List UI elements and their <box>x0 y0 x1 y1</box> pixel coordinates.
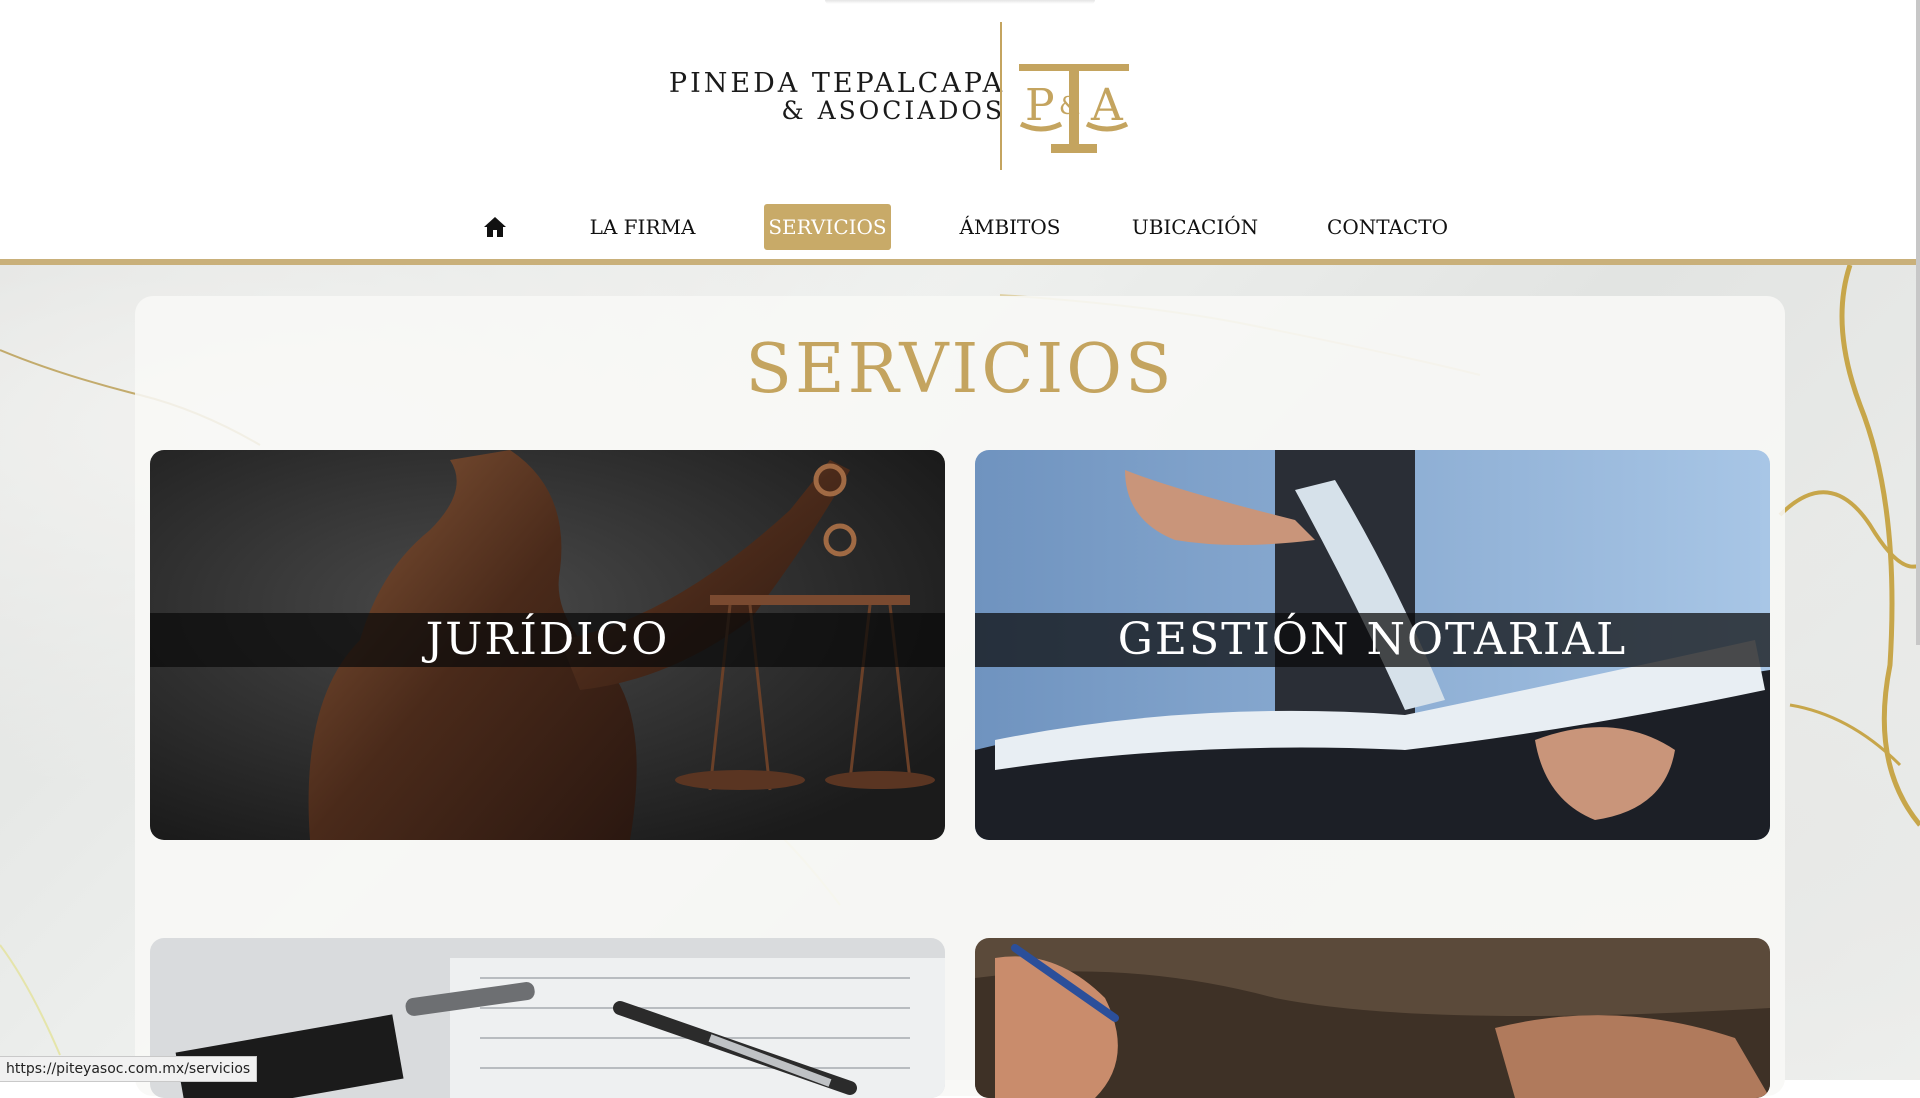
pen-documents-image <box>150 938 945 1098</box>
signing-document-image <box>975 938 1770 1098</box>
service-card-4[interactable] <box>975 938 1770 1098</box>
service-card-juridico[interactable]: JURÍDICO <box>150 450 945 840</box>
header-shadow <box>825 0 1095 4</box>
svg-text:A: A <box>1090 80 1124 131</box>
status-bar-url: https://piteyasoc.com.mx/servicios <box>0 1056 258 1082</box>
nav-la-firma[interactable]: LA FIRMA <box>580 204 705 250</box>
logo-name-line2: & ASOCIADOS <box>781 96 1005 125</box>
service-card-3[interactable] <box>150 938 945 1098</box>
page-title: SERVICIOS <box>745 330 1175 409</box>
svg-text:&: & <box>1059 92 1080 120</box>
page-scrollbar[interactable] <box>1916 0 1920 645</box>
scales-monogram-icon: P & A <box>1011 44 1141 174</box>
nav-contacto[interactable]: CONTACTO <box>1325 204 1450 250</box>
nav-ubicacion[interactable]: UBICACIÓN <box>1130 204 1260 250</box>
home-icon <box>484 217 506 237</box>
card-label-gestion-notarial: GESTIÓN NOTARIAL <box>1117 614 1628 665</box>
services-panel: SERVICIOS JURÍDICO GESTIÓN NOTARIAL <box>135 296 1785 1098</box>
site-logo[interactable]: PINEDA TEPALCAPA & ASOCIADOS P & A <box>669 20 1145 170</box>
nav-ambitos[interactable]: ÁMBITOS <box>955 204 1065 250</box>
nav-home[interactable] <box>480 204 510 250</box>
site-header: PINEDA TEPALCAPA & ASOCIADOS P & A LA FI… <box>0 0 1920 265</box>
card-label-juridico: JURÍDICO <box>425 614 670 665</box>
main-nav: LA FIRMA SERVICIOS ÁMBITOS UBICACIÓN CON… <box>0 204 1920 254</box>
logo-name-line1: PINEDA TEPALCAPA <box>668 68 1005 99</box>
logo-divider <box>1000 22 1002 170</box>
svg-text:P: P <box>1025 80 1055 131</box>
nav-servicios[interactable]: SERVICIOS <box>764 204 891 250</box>
service-card-gestion-notarial[interactable]: GESTIÓN NOTARIAL <box>975 450 1770 840</box>
